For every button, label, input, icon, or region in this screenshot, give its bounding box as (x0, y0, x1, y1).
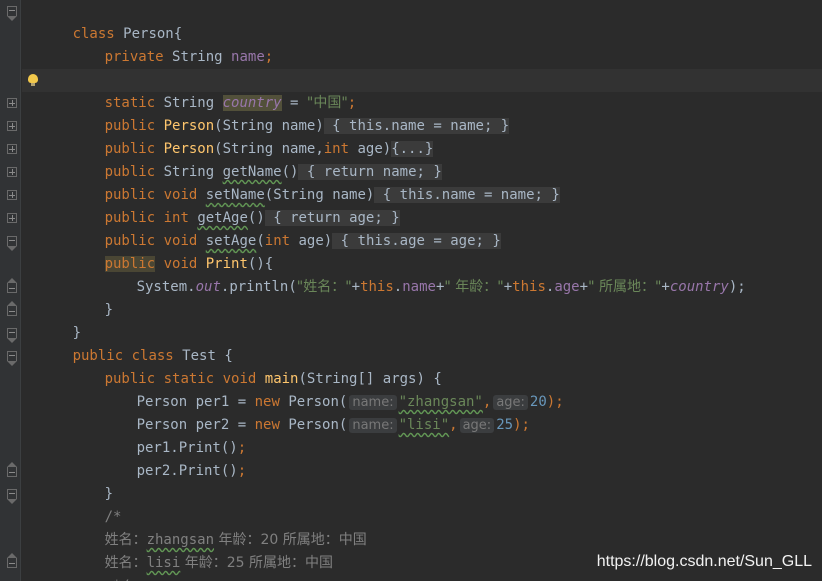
fold-start-icon[interactable] (7, 489, 17, 504)
fold-start-icon[interactable] (7, 351, 17, 366)
code-lines[interactable]: class Person{ private String name; priva… (22, 0, 822, 581)
code-line[interactable]: public Person(String name) { this.name =… (22, 92, 822, 134)
code-line[interactable]: System.out.println("姓名："+this.name+" 年龄：… (22, 253, 822, 295)
code-line[interactable]: 姓名：lisi 年龄：25 所属地：中国 (22, 529, 822, 571)
code-line[interactable]: Person per1 = new Person(name: "zhangsan"… (22, 368, 822, 410)
fold-end-icon[interactable] (7, 301, 17, 316)
fold-expand-icon[interactable] (7, 144, 17, 154)
code-line[interactable]: } (22, 460, 822, 502)
code-line[interactable]: public String getName() { return name; } (22, 138, 822, 180)
code-line[interactable]: public Person(String name,int age){...} (22, 115, 822, 157)
fold-expand-icon[interactable] (7, 190, 17, 200)
code-line[interactable]: 姓名：zhangsan 年龄：20 所属地：中国 (22, 506, 822, 548)
fold-start-icon[interactable] (7, 236, 17, 251)
code-line[interactable]: public int getAge() { return age; } (22, 184, 822, 226)
fold-start-icon[interactable] (7, 328, 17, 343)
code-line[interactable]: private int age; (22, 46, 822, 88)
editor-gutter (0, 0, 21, 581)
code-line[interactable]: Person per2 = new Person(name: "lisi", age… (22, 391, 822, 433)
code-line-current[interactable]: static String country = "中国"; (22, 69, 822, 111)
code-line[interactable]: public class Test { (22, 322, 822, 364)
code-line[interactable]: class Person{ (22, 0, 822, 42)
code-line[interactable]: private String name; (22, 23, 822, 65)
fold-start-icon[interactable] (7, 6, 17, 21)
code-line[interactable]: } (22, 299, 822, 341)
fold-end-icon[interactable] (7, 553, 17, 568)
fold-end-icon[interactable] (7, 278, 17, 293)
fold-end-icon[interactable] (7, 462, 17, 477)
code-line[interactable]: per1.Print(); (22, 414, 822, 456)
code-line[interactable]: public static void main(String[] args) { (22, 345, 822, 387)
fold-expand-icon[interactable] (7, 167, 17, 177)
fold-expand-icon[interactable] (7, 121, 17, 131)
code-line[interactable]: public void setName(String name) { this.… (22, 161, 822, 203)
code-line[interactable]: public void Print(){ (22, 230, 822, 272)
code-line[interactable]: per2.Print(); (22, 437, 822, 479)
lightbulb-icon[interactable] (28, 74, 38, 86)
watermark-text: https://blog.csdn.net/Sun_GLL (596, 553, 812, 570)
code-line[interactable]: public void setAge(int age) { this.age =… (22, 207, 822, 249)
code-editor[interactable]: class Person{ private String name; priva… (0, 0, 822, 581)
code-line[interactable]: } (22, 276, 822, 318)
fold-expand-icon[interactable] (7, 98, 17, 108)
fold-expand-icon[interactable] (7, 213, 17, 223)
code-line[interactable]: /* (22, 483, 822, 525)
